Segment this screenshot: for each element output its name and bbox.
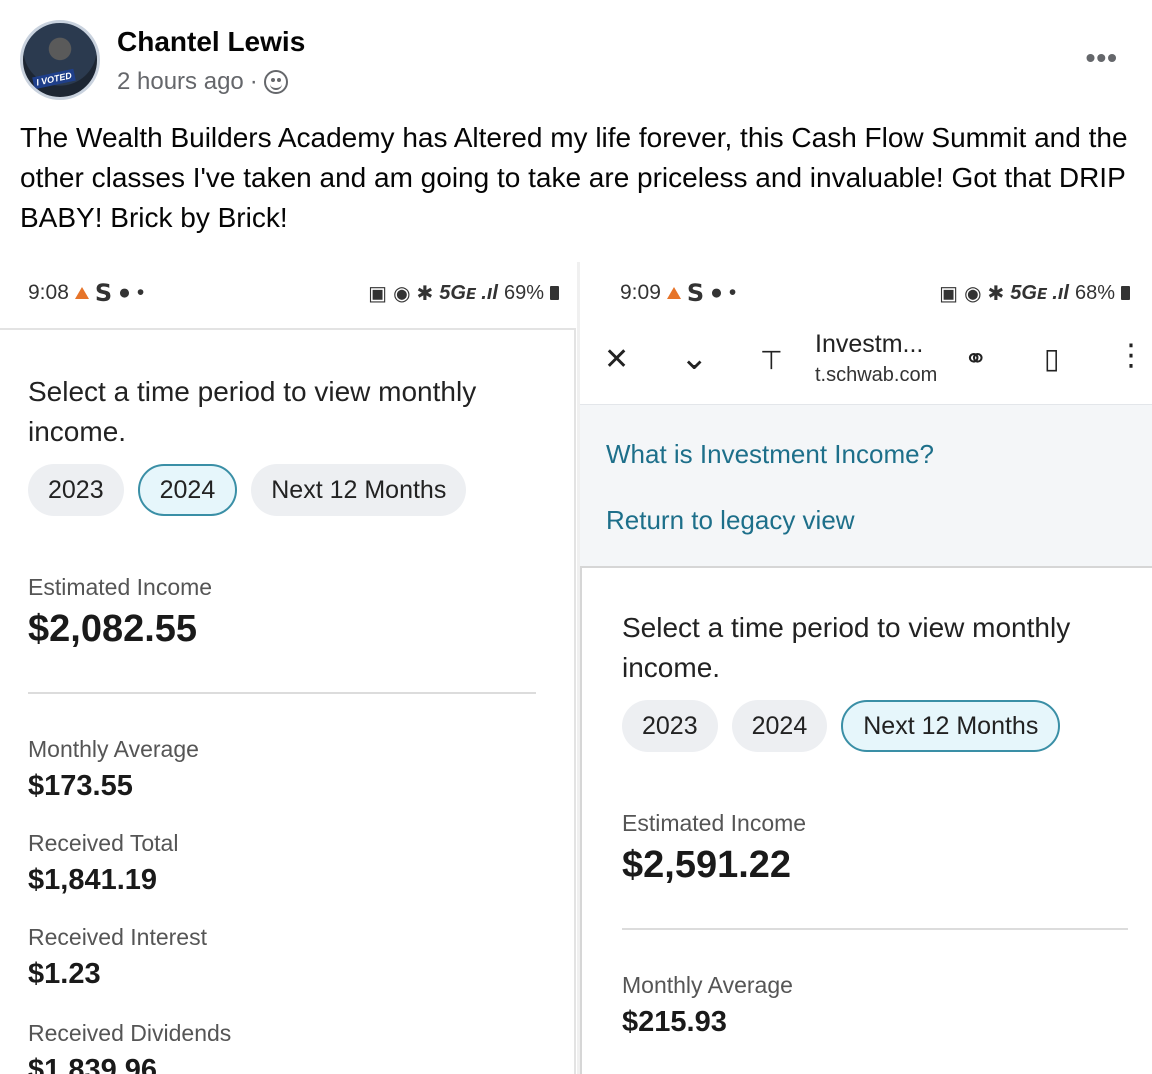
battery-level: 68% bbox=[1074, 281, 1115, 304]
post-meta: 2 hours ago · bbox=[117, 68, 288, 96]
audience-icon[interactable] bbox=[263, 70, 288, 94]
more-options-icon[interactable]: ••• bbox=[1086, 42, 1118, 74]
status-bar-right: ▣ ◉ ✱ 5Gᴇ .ıl 69% bbox=[368, 278, 559, 308]
chip-2024[interactable]: 2024 bbox=[137, 464, 238, 516]
what-is-investment-income-link[interactable]: What is Investment Income? bbox=[606, 439, 934, 470]
avatar-badge: I VOTED bbox=[32, 68, 76, 90]
close-icon[interactable]: ✕ bbox=[604, 342, 629, 377]
monthly-average-label: Monthly Average bbox=[28, 736, 199, 762]
avatar[interactable]: I VOTED bbox=[20, 20, 100, 100]
chip-next-12-months[interactable]: Next 12 Months bbox=[841, 700, 1061, 752]
network-icon: 5Gᴇ .ıl bbox=[1010, 281, 1069, 304]
income-card: Select a time period to view monthly inc… bbox=[0, 328, 576, 1074]
page-domain[interactable]: t.schwab.com bbox=[815, 364, 937, 387]
status-bar-left: 9:08 S ● • bbox=[28, 278, 144, 308]
site-settings-icon[interactable]: ⊤ bbox=[760, 346, 783, 376]
time-period-chips: 2023 2024 Next 12 Months bbox=[622, 700, 1061, 752]
share-icon[interactable]: ⚭ bbox=[964, 342, 987, 375]
author-name[interactable]: Chantel Lewis bbox=[117, 26, 305, 58]
return-to-legacy-view-link[interactable]: Return to legacy view bbox=[606, 505, 855, 536]
battery-level: 69% bbox=[503, 281, 544, 304]
alarm-icon: ◉ bbox=[964, 282, 982, 305]
battery-icon bbox=[550, 286, 559, 300]
post-text: The Wealth Builders Academy has Altered … bbox=[20, 122, 1128, 233]
dot-icon: • bbox=[728, 281, 737, 304]
post-time[interactable]: 2 hours ago bbox=[117, 68, 244, 96]
status-time: 9:08 bbox=[28, 281, 69, 304]
received-interest-label: Received Interest bbox=[28, 924, 207, 950]
received-dividends-label: Received Dividends bbox=[28, 1020, 232, 1046]
chip-2023[interactable]: 2023 bbox=[28, 464, 124, 516]
nfc-icon: ▣ bbox=[939, 282, 959, 305]
received-total-label: Received Total bbox=[28, 830, 179, 856]
estimated-income-label: Estimated Income bbox=[28, 574, 213, 600]
estimated-income-label: Estimated Income bbox=[622, 810, 807, 836]
screenshot-right[interactable]: 9:09 S ● • ▣ ◉ ✱ 5Gᴇ .ıl 68% ✕ ⌄ ⊤ Inves… bbox=[580, 262, 1152, 1074]
chevron-down-icon[interactable]: ⌄ bbox=[680, 338, 709, 378]
bluetooth-icon: ✱ bbox=[987, 282, 1005, 305]
bluetooth-icon: ✱ bbox=[416, 282, 434, 305]
status-bar-left: 9:09 S ● • bbox=[620, 278, 736, 308]
chat-icon: ● bbox=[710, 281, 723, 304]
bookmark-icon[interactable]: ▯ bbox=[1044, 342, 1059, 375]
more-vert-icon[interactable]: ⋮ bbox=[1116, 338, 1146, 373]
info-links-panel: What is Investment Income? Return to leg… bbox=[580, 404, 1152, 566]
received-interest-value: $1.23 bbox=[28, 958, 101, 990]
monthly-average-label: Monthly Average bbox=[622, 972, 793, 998]
triangle-icon bbox=[666, 287, 681, 299]
monthly-average-value: $173.55 bbox=[28, 770, 133, 802]
meta-separator: · bbox=[249, 68, 258, 95]
estimated-income-value: $2,591.22 bbox=[622, 844, 792, 886]
chip-2023[interactable]: 2023 bbox=[622, 700, 718, 752]
status-bar-right: ▣ ◉ ✱ 5Gᴇ .ıl 68% bbox=[939, 278, 1130, 308]
triangle-icon bbox=[74, 287, 89, 299]
time-period-chips: 2023 2024 Next 12 Months bbox=[28, 464, 467, 516]
browser-toolbar: ✕ ⌄ ⊤ Investm... t.schwab.com ⚭ ▯ ⋮ bbox=[580, 328, 1152, 404]
network-icon: 5Gᴇ .ıl bbox=[439, 281, 498, 304]
chip-next-12-months[interactable]: Next 12 Months bbox=[251, 464, 467, 516]
estimated-income-value: $2,082.55 bbox=[28, 608, 198, 650]
status-time: 9:09 bbox=[620, 281, 661, 304]
page-title[interactable]: Investm... bbox=[815, 330, 923, 359]
battery-icon bbox=[1121, 286, 1130, 300]
s-app-icon: S bbox=[94, 279, 113, 307]
post-header: I VOTED Chantel Lewis 2 hours ago · ••• bbox=[20, 20, 1132, 102]
received-dividends-value: $1,839.96 bbox=[28, 1054, 158, 1074]
time-period-prompt: Select a time period to view monthly inc… bbox=[622, 612, 1071, 683]
s-app-icon: S bbox=[686, 279, 705, 307]
nfc-icon: ▣ bbox=[368, 282, 388, 305]
time-period-prompt: Select a time period to view monthly inc… bbox=[28, 376, 477, 447]
monthly-average-value: $215.93 bbox=[622, 1006, 727, 1038]
received-total-value: $1,841.19 bbox=[28, 864, 158, 896]
chat-icon: ● bbox=[118, 281, 131, 304]
chip-2024[interactable]: 2024 bbox=[731, 700, 828, 752]
dot-icon: • bbox=[136, 281, 145, 304]
income-card: Select a time period to view monthly inc… bbox=[580, 566, 1152, 1074]
alarm-icon: ◉ bbox=[393, 282, 411, 305]
screenshot-left[interactable]: 9:08 S ● • ▣ ◉ ✱ 5Gᴇ .ıl 69% Select a ti… bbox=[0, 262, 577, 1074]
section-divider bbox=[622, 928, 1128, 930]
section-divider bbox=[28, 692, 536, 694]
